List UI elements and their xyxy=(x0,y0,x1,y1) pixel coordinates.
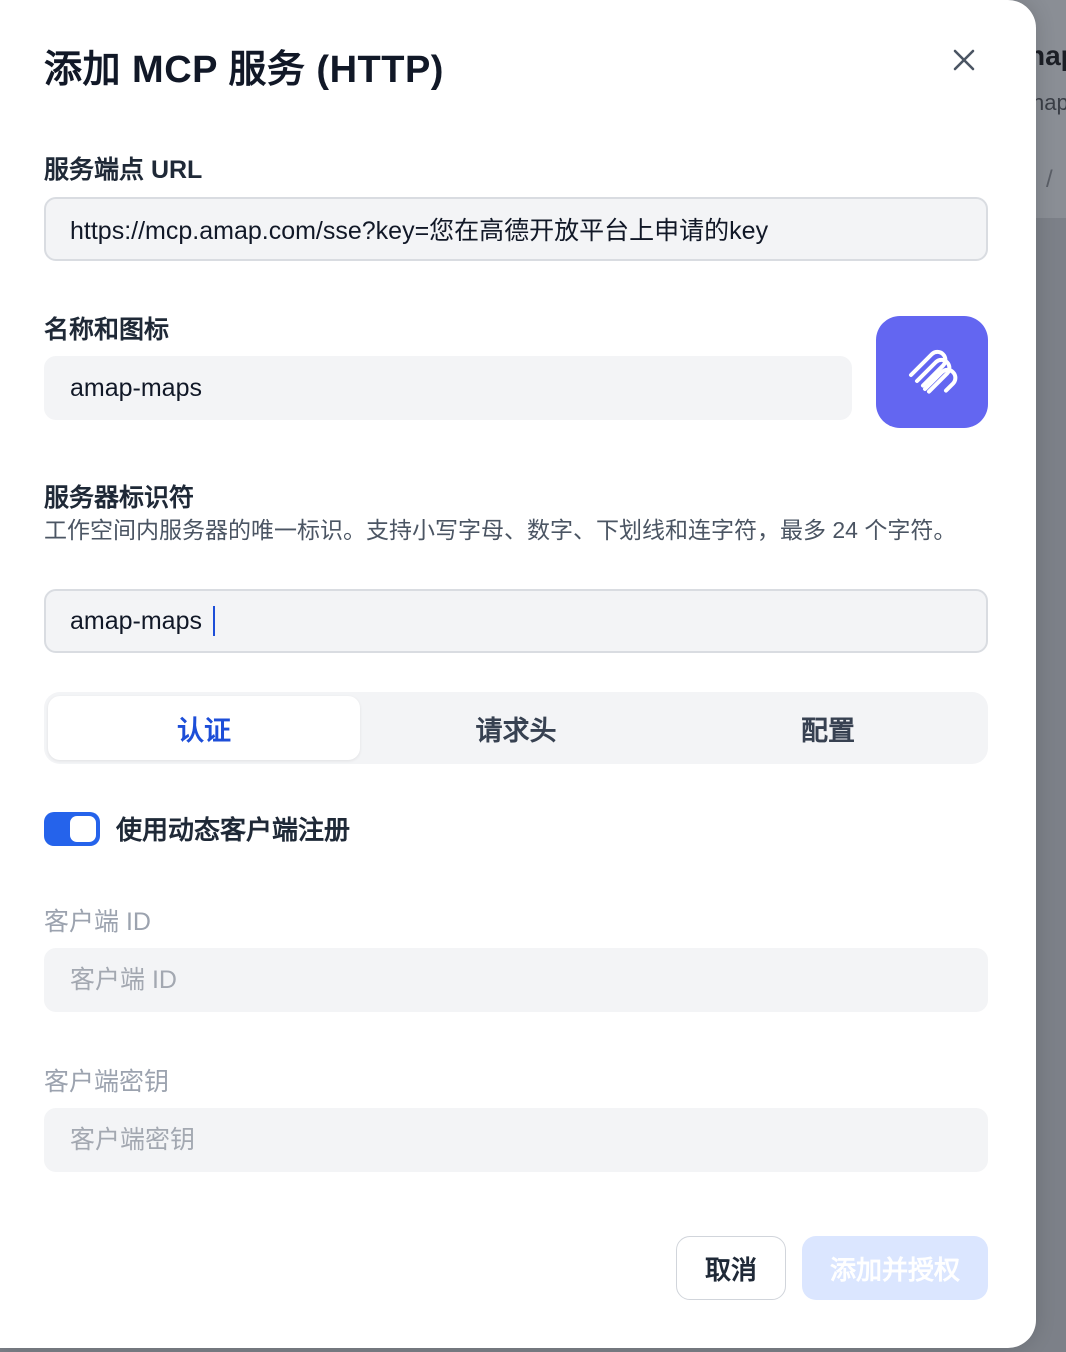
background-app-separator: / xyxy=(1046,166,1053,193)
text-caret xyxy=(213,606,215,636)
client-id-label: 客户端 ID xyxy=(44,908,151,936)
server-identifier-helper: 工作空间内服务器的唯一标识。支持小写字母、数字、下划线和连字符，最多 24 个字… xyxy=(44,517,957,543)
icon-picker-button[interactable] xyxy=(876,316,988,428)
client-secret-input[interactable] xyxy=(44,1108,988,1172)
dialog-title: 添加 MCP 服务 (HTTP) xyxy=(44,49,444,91)
auth-tabs: 认证 请求头 配置 xyxy=(44,692,988,764)
paperclip-icon xyxy=(909,349,958,394)
close-icon xyxy=(953,49,975,71)
endpoint-url-input[interactable] xyxy=(44,197,988,261)
toggle-knob xyxy=(70,815,96,842)
dynamic-registration-toggle[interactable] xyxy=(44,811,100,846)
server-identifier-label: 服务器标识符 xyxy=(44,484,195,512)
cancel-button[interactable]: 取消 xyxy=(676,1236,786,1300)
name-input[interactable] xyxy=(44,356,852,420)
close-button[interactable] xyxy=(944,40,984,80)
background-app-subtitle: nap xyxy=(1032,90,1066,115)
name-and-icon-label: 名称和图标 xyxy=(44,316,170,344)
add-and-authorize-button[interactable]: 添加并授权 xyxy=(802,1236,988,1300)
client-secret-label: 客户端密钥 xyxy=(44,1068,170,1096)
dynamic-registration-label: 使用动态客户端注册 xyxy=(116,815,351,845)
dynamic-registration-row: 使用动态客户端注册 xyxy=(44,810,350,847)
server-identifier-input[interactable] xyxy=(44,589,988,653)
endpoint-url-label: 服务端点 URL xyxy=(44,156,203,184)
tab-headers[interactable]: 请求头 xyxy=(360,696,672,760)
tab-config[interactable]: 配置 xyxy=(672,696,984,760)
client-id-input[interactable] xyxy=(44,948,988,1012)
tab-auth[interactable]: 认证 xyxy=(48,696,360,760)
add-mcp-service-dialog: 添加 MCP 服务 (HTTP) 服务端点 URL 名称和图标 服务器标识符 工… xyxy=(0,0,1036,1348)
